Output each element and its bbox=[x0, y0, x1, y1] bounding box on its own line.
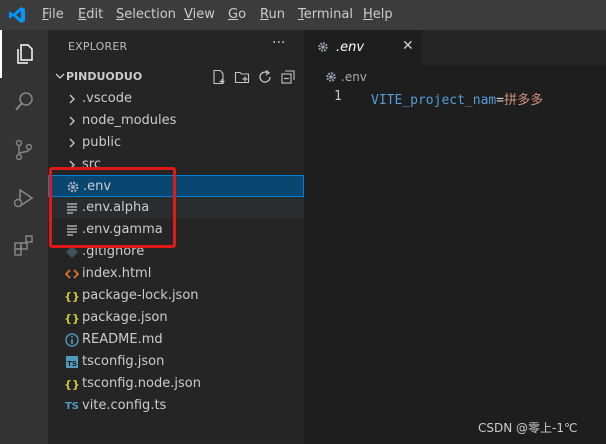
tree-file-env[interactable]: .env bbox=[48, 175, 304, 197]
activity-bar bbox=[0, 30, 48, 444]
tree-item-label: .env.gamma bbox=[82, 222, 163, 237]
menu-go[interactable]: Go bbox=[228, 0, 246, 30]
code-value: 拼多多 bbox=[504, 93, 544, 108]
gear-icon bbox=[318, 42, 328, 52]
tree-item-label: README.md bbox=[82, 332, 163, 347]
menu-edit[interactable]: Edit bbox=[78, 0, 103, 30]
code-line[interactable]: VITE_project_nam=拼多多 bbox=[371, 89, 543, 108]
new-file-icon[interactable] bbox=[211, 69, 227, 85]
project-name: PINDUODUO bbox=[66, 70, 143, 83]
menu-file[interactable]: File bbox=[42, 0, 64, 30]
chevron-right-icon bbox=[69, 138, 75, 148]
tree-item-label: tsconfig.json bbox=[82, 354, 165, 369]
tree-item-label: tsconfig.node.json bbox=[82, 376, 201, 391]
tree-folder-public[interactable]: public bbox=[48, 132, 304, 154]
tree-file-tsconfig-node[interactable]: {} tsconfig.node.json bbox=[48, 373, 304, 395]
tab-bar: .env ✕ bbox=[304, 30, 606, 65]
watermark: CSDN @零上-1℃ bbox=[478, 421, 578, 435]
tree-item-label: src bbox=[82, 157, 101, 172]
tree-item-label: .env.alpha bbox=[82, 200, 150, 215]
code-key: VITE_project_nam bbox=[371, 93, 497, 108]
tree-file-tsconfig[interactable]: TS tsconfig.json bbox=[48, 351, 304, 373]
tab-label: .env bbox=[336, 40, 365, 55]
editor-area: .env ✕ .env 1 VITE_project_nam=拼多多 bbox=[304, 30, 606, 444]
chevron-down-icon bbox=[55, 73, 65, 79]
tree-file-env-alpha[interactable]: .env.alpha bbox=[48, 197, 304, 219]
text-lines-icon bbox=[67, 225, 77, 236]
tree-item-label: .vscode bbox=[82, 91, 132, 106]
tree-file-gitignore[interactable]: .gitignore bbox=[48, 241, 304, 263]
gear-icon bbox=[67, 181, 79, 193]
chevron-right-icon bbox=[69, 116, 75, 126]
tab-env[interactable]: .env ✕ bbox=[304, 30, 422, 65]
menu-selection[interactable]: Selection bbox=[116, 0, 176, 30]
explorer-sidebar: EXPLORER ··· PINDUODUO .vscode node_modu… bbox=[48, 30, 304, 444]
explorer-title: EXPLORER bbox=[68, 40, 128, 53]
menu-run[interactable]: Run bbox=[260, 0, 285, 30]
tree-folder-node-modules[interactable]: node_modules bbox=[48, 110, 304, 132]
menu-terminal[interactable]: Terminal bbox=[298, 0, 353, 30]
tree-file-vite-config[interactable]: TS vite.config.ts bbox=[48, 395, 304, 417]
tree-item-label: vite.config.ts bbox=[82, 398, 167, 413]
search-icon bbox=[15, 92, 33, 111]
run-debug-icon bbox=[13, 188, 34, 208]
tree-folder-src[interactable]: src bbox=[48, 154, 304, 176]
tree-item-label: public bbox=[82, 135, 122, 150]
typescript-icon: TS bbox=[64, 400, 80, 412]
tree-file-index-html[interactable]: index.html bbox=[48, 263, 304, 285]
source-control-icon bbox=[15, 139, 33, 161]
tree-item-label: package-lock.json bbox=[82, 288, 199, 303]
close-icon[interactable]: ✕ bbox=[402, 38, 414, 54]
explorer-activity-button[interactable] bbox=[0, 30, 48, 78]
menu-view[interactable]: View bbox=[184, 0, 215, 30]
menu-help[interactable]: Help bbox=[363, 0, 393, 30]
tree-file-readme[interactable]: README.md bbox=[48, 329, 304, 351]
extensions-icon bbox=[14, 235, 33, 256]
text-lines-icon bbox=[67, 203, 77, 214]
html-icon bbox=[64, 269, 80, 279]
tree-file-package-json[interactable]: {} package.json bbox=[48, 307, 304, 329]
svg-text:TS: TS bbox=[67, 360, 77, 368]
info-icon bbox=[65, 333, 79, 347]
extensions-activity-button[interactable] bbox=[0, 222, 48, 270]
chevron-right-icon bbox=[69, 94, 75, 104]
vscode-logo-icon bbox=[9, 7, 25, 23]
typescript-icon: TS bbox=[66, 356, 78, 368]
tree-item-label: package.json bbox=[82, 310, 168, 325]
new-folder-icon[interactable] bbox=[234, 69, 250, 85]
json-icon: {} bbox=[64, 377, 80, 391]
json-icon: {} bbox=[64, 311, 80, 325]
tree-file-package-lock[interactable]: {} package-lock.json bbox=[48, 285, 304, 307]
more-actions-icon[interactable]: ··· bbox=[272, 35, 285, 51]
tree-item-label: .env bbox=[83, 179, 112, 194]
search-activity-button[interactable] bbox=[0, 78, 48, 126]
tree-item-label: index.html bbox=[82, 266, 152, 281]
tree-item-label: .gitignore bbox=[82, 244, 145, 259]
tree-file-env-gamma[interactable]: .env.gamma bbox=[48, 219, 304, 241]
title-bar: File Edit Selection View Go Run Terminal… bbox=[0, 0, 606, 30]
tree-item-label: node_modules bbox=[82, 113, 177, 128]
tree-folder-vscode[interactable]: .vscode bbox=[48, 88, 304, 110]
git-icon bbox=[66, 246, 78, 258]
project-header[interactable]: PINDUODUO bbox=[48, 66, 304, 88]
refresh-icon[interactable] bbox=[257, 69, 273, 85]
line-number: 1 bbox=[334, 89, 342, 104]
collapse-all-icon[interactable] bbox=[280, 69, 296, 85]
breadcrumb-file: .env bbox=[341, 70, 367, 84]
source-control-activity-button[interactable] bbox=[0, 126, 48, 174]
json-icon: {} bbox=[64, 289, 80, 303]
run-debug-activity-button[interactable] bbox=[0, 174, 48, 222]
code-equals: = bbox=[496, 93, 505, 108]
files-icon bbox=[17, 44, 33, 64]
chevron-right-icon bbox=[69, 160, 75, 170]
gear-icon bbox=[326, 72, 336, 82]
